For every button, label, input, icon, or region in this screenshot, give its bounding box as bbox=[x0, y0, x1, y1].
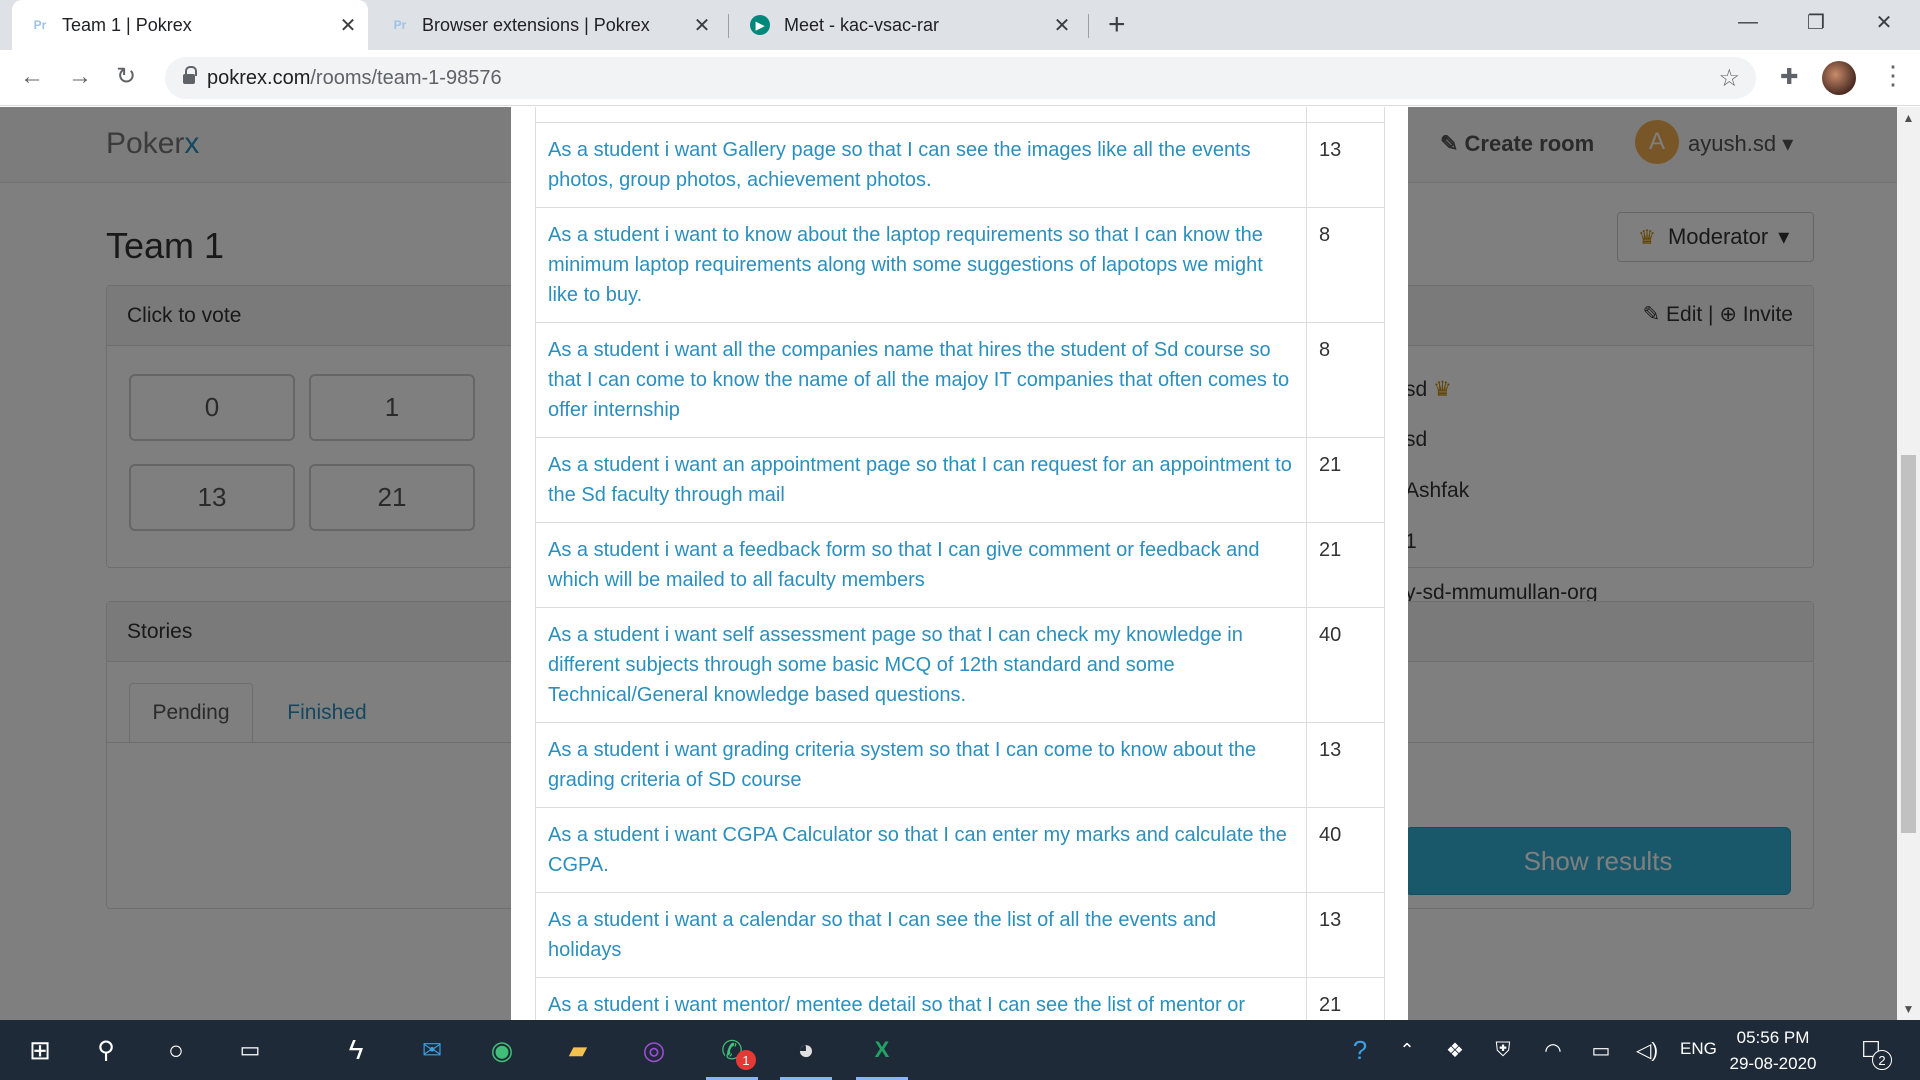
story-text[interactable]: As a student i want Gallery page so that… bbox=[534, 122, 1308, 208]
story-text[interactable]: As a student i want CGPA Calculator so t… bbox=[534, 807, 1308, 893]
story-row[interactable]: As a student i want Gallery page so that… bbox=[534, 122, 1385, 208]
chrome-icon[interactable]: ◕ bbox=[774, 1020, 838, 1080]
url-host: pokrex.com bbox=[207, 66, 311, 89]
story-points: 8 bbox=[1306, 207, 1385, 323]
story-text[interactable]: As a student i want a feedback form so t… bbox=[534, 522, 1308, 608]
browser-tab-strip: Pr Team 1 | Pokrex ✕ Pr Browser extensio… bbox=[0, 0, 1920, 50]
story-points: 40 bbox=[1306, 607, 1385, 723]
scroll-down-icon[interactable]: ▼ bbox=[1897, 1002, 1920, 1016]
excel-icon[interactable]: X bbox=[850, 1020, 914, 1080]
back-arrow-icon[interactable]: ← bbox=[20, 62, 44, 92]
menu-kebab-icon[interactable]: ⋮ bbox=[1880, 60, 1906, 91]
story-text[interactable]: As a student i want self assessment page… bbox=[534, 607, 1308, 723]
notifications-icon[interactable]: ☐ 2 bbox=[1846, 1020, 1896, 1080]
whatsapp-icon[interactable]: ✆ 1 bbox=[700, 1020, 764, 1080]
tab-browser-extensions[interactable]: Pr Browser extensions | Pokrex ✕ bbox=[376, 0, 722, 50]
story-text[interactable]: As a student i want mentor/ mentee detai… bbox=[534, 977, 1308, 1020]
battery-icon[interactable]: ▭ bbox=[1584, 1020, 1618, 1080]
help-icon[interactable]: ? bbox=[1340, 1020, 1380, 1080]
language-indicator[interactable]: ENG bbox=[1680, 1039, 1717, 1059]
podcast-app-icon[interactable]: ◎ bbox=[626, 1020, 682, 1080]
story-text[interactable]: testimonils of SD faculty and students bbox=[534, 107, 1308, 123]
page: Pokerx ✎ Create room A ayush.sd ▾ Team 1… bbox=[0, 107, 1920, 1020]
close-icon[interactable]: ✕ bbox=[336, 13, 360, 38]
shield-icon[interactable]: ⛨ bbox=[1486, 1020, 1520, 1080]
story-row[interactable]: As a student i want a calendar so that I… bbox=[534, 892, 1385, 978]
story-row[interactable]: As a student i want all the companies na… bbox=[534, 322, 1385, 438]
story-points: 13 bbox=[1306, 122, 1385, 208]
clock-time: 05:56 PM bbox=[1736, 1028, 1810, 1047]
url-text[interactable]: pokrex.com/rooms/team-1-98576 bbox=[207, 67, 502, 90]
address-toolbar: ← → ↻ pokrex.com/rooms/team-1-98576 ☆ ✚ … bbox=[0, 50, 1920, 106]
notification-count-badge: 2 bbox=[1872, 1050, 1892, 1070]
clock-date: 29-08-2020 bbox=[1729, 1054, 1817, 1073]
mail-icon[interactable]: ✉ bbox=[404, 1020, 460, 1080]
task-view-icon[interactable]: ▭ bbox=[224, 1020, 276, 1080]
extensions-puzzle-icon[interactable]: ✚ bbox=[1780, 64, 1798, 90]
cortana-circle-icon[interactable]: ○ bbox=[150, 1020, 202, 1080]
tab-title: Meet - kac-vsac-rar bbox=[784, 14, 940, 35]
story-row[interactable]: As a student i want grading criteria sys… bbox=[534, 722, 1385, 808]
edge-browser-icon[interactable]: ◉ bbox=[474, 1020, 530, 1080]
file-explorer-icon[interactable]: ▰ bbox=[550, 1020, 606, 1080]
story-row[interactable]: As a student i want CGPA Calculator so t… bbox=[534, 807, 1385, 893]
tab-separator bbox=[728, 14, 729, 38]
story-text[interactable]: As a student i want all the companies na… bbox=[534, 322, 1308, 438]
close-icon[interactable]: ✕ bbox=[690, 13, 714, 38]
story-points: 21 bbox=[1306, 522, 1385, 608]
unread-badge: 1 bbox=[736, 1050, 756, 1070]
omnibox[interactable]: pokrex.com/rooms/team-1-98576 ☆ bbox=[165, 57, 1756, 99]
story-points: 8 bbox=[1306, 322, 1385, 438]
scroll-up-icon[interactable]: ▲ bbox=[1897, 111, 1920, 125]
windows-start-icon[interactable]: ⊞ bbox=[14, 1020, 66, 1080]
story-points: 21 bbox=[1306, 977, 1385, 1020]
story-points: 21 bbox=[1306, 437, 1385, 523]
profile-avatar[interactable] bbox=[1822, 61, 1856, 95]
story-points: 13 bbox=[1306, 722, 1385, 808]
story-points: 40 bbox=[1306, 807, 1385, 893]
windows-taskbar: ⊞ ⚲ ○ ▭ ϟ ✉ ◉ ▰ ◎ ✆ 1 ◕ X ? ⌃ ❖ ⛨ ◠ ▭ ◁) … bbox=[0, 1020, 1920, 1080]
bookmark-star-icon[interactable]: ☆ bbox=[1718, 64, 1740, 93]
url-path: /rooms/team-1-98576 bbox=[310, 66, 502, 89]
story-row[interactable]: As a student i want self assessment page… bbox=[534, 607, 1385, 723]
restore-icon[interactable]: ❐ bbox=[1782, 0, 1850, 44]
story-points bbox=[1306, 107, 1385, 123]
story-text[interactable]: As a student i want grading criteria sys… bbox=[534, 722, 1308, 808]
story-text[interactable]: As a student i want an appointment page … bbox=[534, 437, 1308, 523]
close-icon[interactable]: ✕ bbox=[1050, 13, 1074, 38]
search-icon[interactable]: ⚲ bbox=[80, 1020, 132, 1080]
forward-arrow-icon[interactable]: → bbox=[68, 62, 92, 92]
tab-separator bbox=[1088, 14, 1089, 38]
meet-icon: ▶ bbox=[750, 15, 770, 35]
story-row[interactable]: As a student i want mentor/ mentee detai… bbox=[534, 977, 1385, 1020]
dropbox-icon[interactable]: ❖ bbox=[1438, 1020, 1472, 1080]
wifi-icon[interactable]: ◠ bbox=[1536, 1020, 1570, 1080]
tab-meet[interactable]: ▶ Meet - kac-vsac-rar ✕ bbox=[736, 0, 1082, 50]
clock[interactable]: 05:56 PM 29-08-2020 bbox=[1728, 1025, 1818, 1077]
minimize-icon[interactable]: — bbox=[1714, 0, 1782, 44]
pokrex-favicon-icon: Pr bbox=[33, 18, 47, 32]
lock-icon bbox=[183, 66, 197, 85]
scrollbar-thumb[interactable] bbox=[1901, 455, 1916, 833]
page-scrollbar[interactable]: ▲ ▼ bbox=[1897, 107, 1920, 1020]
story-row[interactable]: As a student i want to know about the la… bbox=[534, 207, 1385, 323]
stories-table: testimonils of SD faculty and studentsAs… bbox=[534, 107, 1385, 1020]
story-row[interactable]: testimonils of SD faculty and students bbox=[534, 107, 1385, 123]
story-points: 13 bbox=[1306, 892, 1385, 978]
tab-title: Browser extensions | Pokrex bbox=[422, 14, 650, 35]
app-bolt-icon[interactable]: ϟ bbox=[330, 1020, 382, 1080]
stories-modal: testimonils of SD faculty and studentsAs… bbox=[511, 107, 1408, 1020]
story-row[interactable]: As a student i want an appointment page … bbox=[534, 437, 1385, 523]
tab-title: Team 1 | Pokrex bbox=[62, 14, 192, 35]
pokrex-favicon-icon: Pr bbox=[393, 18, 407, 32]
reload-icon[interactable]: ↻ bbox=[116, 62, 136, 92]
window-close-icon[interactable]: ✕ bbox=[1850, 0, 1918, 44]
story-text[interactable]: As a student i want to know about the la… bbox=[534, 207, 1308, 323]
tab-team-1[interactable]: Pr Team 1 | Pokrex ✕ bbox=[12, 0, 368, 50]
story-row[interactable]: As a student i want a feedback form so t… bbox=[534, 522, 1385, 608]
volume-icon[interactable]: ◁) bbox=[1630, 1020, 1664, 1080]
story-text[interactable]: As a student i want a calendar so that I… bbox=[534, 892, 1308, 978]
chevron-up-icon[interactable]: ⌃ bbox=[1392, 1020, 1422, 1080]
new-tab-plus-icon[interactable]: + bbox=[1108, 8, 1126, 42]
